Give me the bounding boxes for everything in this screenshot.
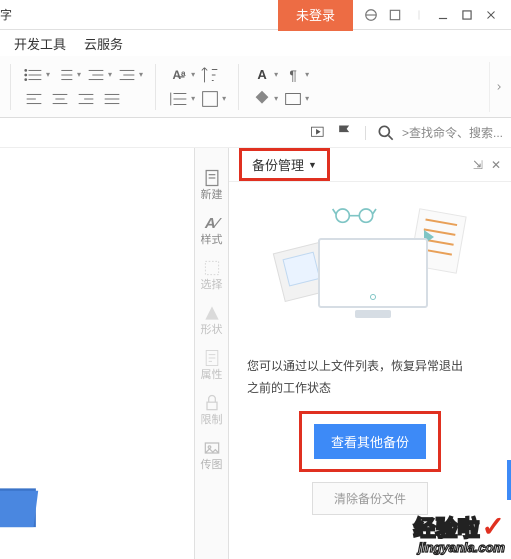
sidepanel-label: 限制 [201,415,223,426]
backup-title-label: 备份管理 [252,155,304,174]
watermark-text: 经验啦 [414,511,480,543]
font-case-button[interactable]: A̶ᵃ▾ [168,65,195,85]
align-justify-button[interactable] [101,89,123,109]
backup-title-dropdown[interactable]: 备份管理 ▼ [239,148,330,181]
indent-decrease-button[interactable]: ▾ [85,65,112,85]
menu-bar: 开发工具 云服务 [0,30,511,56]
sidepanel-label: 新建 [201,190,223,201]
annotation-highlight: 查看其他备份 [299,411,441,472]
sidepanel-label: 传图 [201,460,223,471]
style-icon: A⁄ [202,213,222,233]
sort-button[interactable] [199,65,221,85]
backup-panel: 备份管理 ▼ ⇲ ✕ 您可以通过以上文件列表，恢复异常退出 之前 [228,148,511,559]
numbered-list-button[interactable]: ▾ [54,65,81,85]
backup-body: 您可以通过以上文件列表，恢复异常退出 之前的工作状态 查看其他备份 清除备份文件 [229,182,511,559]
help-icon[interactable] [383,3,407,27]
chevron-down-icon: ▼ [308,160,317,170]
list-group: ▾ ▾ ▾ ▾ [23,65,143,109]
align-left-button[interactable] [23,89,45,109]
properties-icon [202,348,222,368]
maximize-button[interactable] [455,3,479,27]
line-spacing-button[interactable]: ▾ [168,89,195,109]
tabs-button[interactable]: ▾ [282,89,309,109]
shape-icon [202,303,222,323]
sidepanel-select[interactable]: 选择 [201,258,223,291]
main-area: 新建 A⁄ 样式 选择 形状 属性 限制 传图 备份管理 [0,148,511,559]
ribbon-toolbar: ▾ ▾ ▾ ▾ A̶ᵃ▾ ▾ [0,56,511,118]
close-button[interactable] [479,3,503,27]
select-icon [202,258,222,278]
new-doc-icon [202,168,222,188]
tab-dev-tools[interactable]: 开发工具 [14,34,66,53]
sidepanel-props[interactable]: 属性 [201,348,223,381]
search-placeholder[interactable]: >查找命令、搜索... [402,124,503,141]
panel-pin-icon[interactable]: ⇲ [473,158,483,172]
group-separator [155,64,156,110]
watermark-url: jingyanla.com [414,540,505,555]
sidepanel-label: 样式 [201,235,223,246]
clear-backups-button[interactable]: 清除备份文件 [312,482,428,515]
tab-cloud[interactable]: 云服务 [84,34,123,53]
align-right-button[interactable] [75,89,97,109]
sidepanel-shape[interactable]: 形状 [201,303,223,336]
window-titlebar: 字 未登录 [0,0,511,30]
align-center-button[interactable] [49,89,71,109]
folder-icon [0,469,42,531]
flag-icon[interactable] [335,123,355,143]
quick-toolbar: >查找命令、搜索... [0,118,511,148]
font-group: A̶ᵃ▾ ▾ ▾ [168,65,226,109]
border-button[interactable]: ▾ [199,89,226,109]
shading-button[interactable]: ▾ [251,89,278,109]
style-group: A▾ ¶▾ ▾ ▾ [251,65,309,109]
backup-header: 备份管理 ▼ ⇲ ✕ [229,148,511,182]
backup-illustration [270,202,470,342]
bullet-list-button[interactable]: ▾ [23,65,50,85]
truncated-title: 字 [0,6,12,23]
backup-message-line1: 您可以通过以上文件列表，恢复异常退出 [247,356,493,378]
panel-controls: ⇲ ✕ [473,158,501,172]
sidepanel-new[interactable]: 新建 [201,168,223,201]
lock-icon [202,393,222,413]
ribbon-expand-button[interactable] [489,62,507,112]
checkmark-icon: ✓ [482,510,505,543]
scrollbar-accent [507,460,511,500]
sidepanel-limit[interactable]: 限制 [201,393,223,426]
indent-increase-button[interactable]: ▾ [116,65,143,85]
sidepanel-label: 属性 [201,370,223,381]
sidepanel-style[interactable]: A⁄ 样式 [201,213,223,246]
toolbar-separator [365,126,366,140]
document-area [0,148,194,559]
group-separator [238,64,239,110]
skin-icon[interactable] [359,3,383,27]
login-button[interactable]: 未登录 [278,0,353,31]
text-effects-button[interactable]: A▾ [251,65,278,85]
sidepanel-label: 选择 [201,280,223,291]
side-panel: 新建 A⁄ 样式 选择 形状 属性 限制 传图 [194,148,228,559]
upload-image-icon [202,438,222,458]
play-preview-icon[interactable] [309,123,329,143]
separator-icon [407,3,431,27]
sidepanel-image[interactable]: 传图 [201,438,223,471]
view-other-backups-button[interactable]: 查看其他备份 [314,424,426,459]
backup-message: 您可以通过以上文件列表，恢复异常退出 之前的工作状态 [247,356,493,399]
watermark: 经验啦 ✓ jingyanla.com [414,510,505,555]
search-icon[interactable] [376,123,396,143]
minimize-button[interactable] [431,3,455,27]
backup-message-line2: 之前的工作状态 [247,378,493,400]
para-mark-button[interactable]: ¶▾ [282,65,309,85]
sidepanel-label: 形状 [201,325,223,336]
group-separator [10,64,11,110]
panel-close-icon[interactable]: ✕ [491,158,501,172]
